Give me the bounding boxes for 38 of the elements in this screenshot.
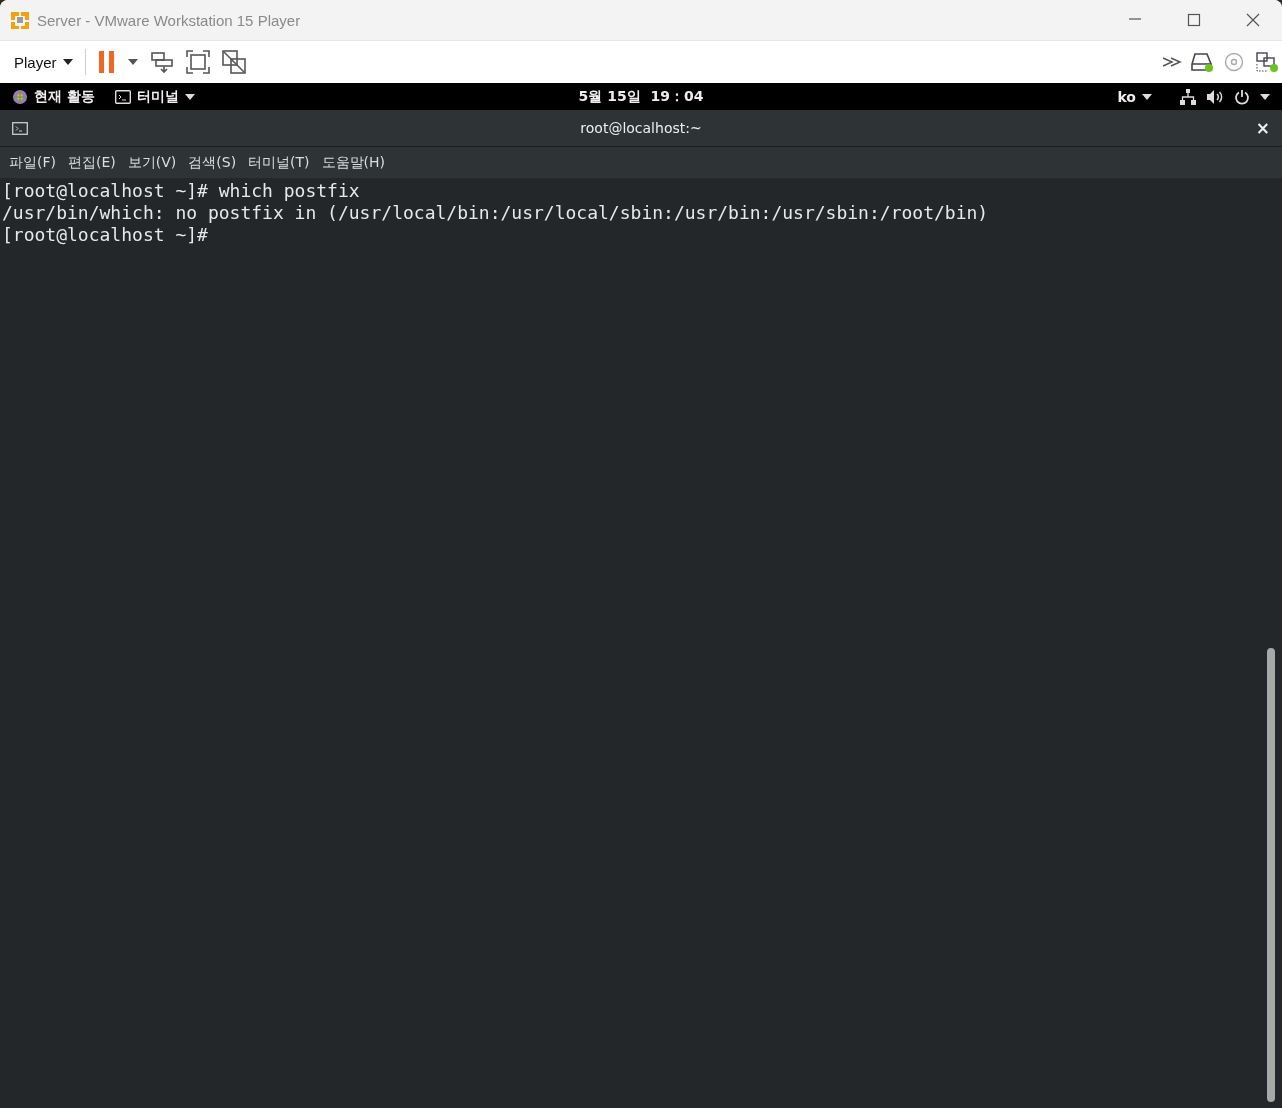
caret-icon: [184, 93, 195, 100]
scrollbar-thumb[interactable]: [1267, 648, 1275, 1102]
volume-icon[interactable]: [1206, 88, 1224, 105]
close-icon[interactable]: [1245, 13, 1260, 27]
caret-icon: [1142, 93, 1152, 100]
menu-item[interactable]: 보기(V): [121, 150, 183, 175]
window-title: Server - VMware Workstation 15 Player: [37, 11, 302, 29]
network-adapter-icon[interactable]: [1256, 52, 1278, 72]
terminal-title: root@localhost:~: [580, 120, 702, 136]
terminal-line: /usr/bin/which: no postfix in (/usr/local/bin:/usr/local/sbin:/usr/bin:/usr/sbin:/root/bin): [2, 202, 989, 224]
close-button[interactable]: ×: [1255, 119, 1270, 137]
menu-item[interactable]: 검색(S): [182, 150, 243, 175]
power-icon[interactable]: [1234, 88, 1250, 105]
vmware-logo-icon: [9, 9, 31, 31]
menu-item[interactable]: 터미널(T): [242, 150, 316, 175]
terminal-line: [root@localhost ~]# which postfix: [2, 180, 360, 202]
input-method-menu[interactable]: ko: [1117, 88, 1136, 105]
pause-icon[interactable]: [97, 51, 116, 73]
network-computers-icon[interactable]: [149, 50, 174, 74]
menu-item[interactable]: 파일(F): [3, 150, 62, 175]
hard-disk-icon[interactable]: [1190, 52, 1214, 72]
caret-icon: [62, 59, 73, 65]
terminal-line: [root@localhost ~]#: [2, 224, 208, 246]
caret-icon[interactable]: [127, 59, 138, 65]
double-chevron-icon[interactable]: [1162, 56, 1182, 68]
fullscreen-icon[interactable]: [185, 50, 210, 74]
terminal-icon: [12, 121, 28, 135]
caret-icon[interactable]: [1260, 93, 1270, 100]
gear-logo-icon: [12, 88, 28, 105]
menu-item[interactable]: 도움말(H): [315, 150, 392, 175]
menu-item[interactable]: 편집(E): [62, 150, 122, 175]
activities-button[interactable]: 현재 활동: [34, 87, 95, 106]
maximize-icon[interactable]: [1186, 13, 1201, 27]
player-menu[interactable]: Player: [6, 51, 81, 73]
network-icon[interactable]: [1180, 88, 1196, 105]
app-menu[interactable]: 터미널: [136, 87, 179, 106]
clock[interactable]: 5월 15일 19：04: [578, 87, 704, 106]
terminal-icon: [114, 89, 131, 104]
